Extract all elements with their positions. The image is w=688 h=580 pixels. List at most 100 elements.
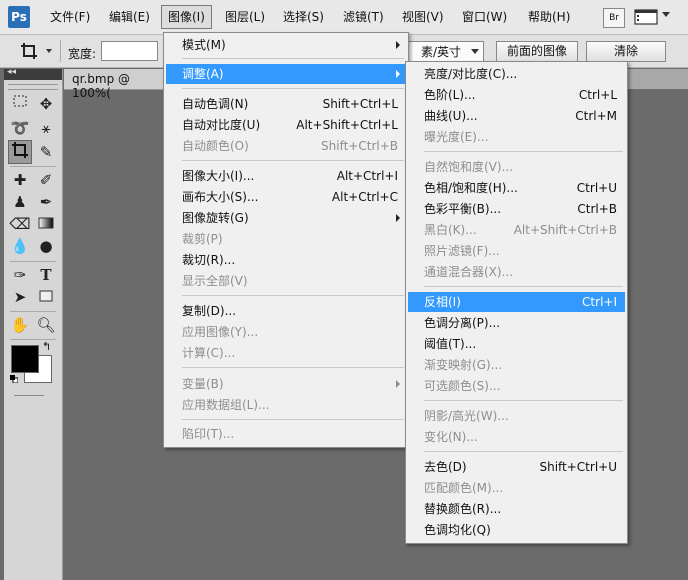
eyedropper-icon[interactable]: ✎ xyxy=(35,141,57,163)
menu-item-image-size[interactable]: 图像大小(I)... Alt+Ctrl+I xyxy=(166,166,406,186)
clone-stamp-icon[interactable]: ♟ xyxy=(9,191,31,213)
divider xyxy=(182,88,404,89)
pen-tool-icon[interactable]: ✑ xyxy=(9,264,31,286)
lasso-tool-icon[interactable]: ➰ xyxy=(9,117,31,139)
menu-item-auto-color[interactable]: 自动颜色(O) Shift+Ctrl+B xyxy=(166,136,406,156)
menu-item-apply-data-set[interactable]: 应用数据组(L)... xyxy=(166,395,406,415)
menu-item-duplicate[interactable]: 复制(D)... xyxy=(166,301,406,321)
menu-item-canvas-size[interactable]: 画布大小(S)... Alt+Ctrl+C xyxy=(166,187,406,207)
menu-edit[interactable]: 编辑(E) xyxy=(103,6,156,28)
screen-mode-icon[interactable] xyxy=(634,9,658,25)
menu-item-reveal-all[interactable]: 显示全部(V) xyxy=(166,271,406,291)
blur-tool-icon[interactable]: 💧 xyxy=(9,235,31,257)
swap-colors-icon[interactable]: ↰ xyxy=(42,340,51,353)
dodge-tool-icon[interactable]: ● xyxy=(35,235,57,257)
menu-item-invert[interactable]: 反相(I) Ctrl+I xyxy=(408,292,625,312)
hand-tool-icon[interactable]: ✋ xyxy=(9,314,31,336)
menu-item-variables[interactable]: 变量(B) xyxy=(166,374,406,394)
healing-brush-icon[interactable]: ✚ xyxy=(9,169,31,191)
resolution-unit-select[interactable]: 素/英寸 xyxy=(404,41,484,63)
crop-tool-icon[interactable] xyxy=(8,140,32,164)
path-selection-icon[interactable]: ➤ xyxy=(9,286,31,308)
menu-item-replace-color[interactable]: 替换颜色(R)... xyxy=(408,499,625,519)
width-field[interactable] xyxy=(101,41,158,61)
toolbox: ◂◂ ✥ ➰ ⚹ ✎ ✚ ✐ ♟ ✒ ⌫ 💧 ● ✑ T ➤ ✋ 🔍︎ ↰ xyxy=(4,67,63,580)
menu-view[interactable]: 视图(V) xyxy=(396,6,450,28)
magic-wand-icon[interactable]: ⚹ xyxy=(35,117,57,139)
photoshop-logo: Ps xyxy=(8,6,30,28)
menu-image[interactable]: 图像(I) xyxy=(161,5,212,29)
menu-item-hue-saturation[interactable]: 色相/饱和度(H)... Ctrl+U xyxy=(408,178,625,198)
menu-item-channel-mixer[interactable]: 通道混合器(X)... xyxy=(408,262,625,282)
document-tab[interactable]: qr.bmp @ 100%( xyxy=(64,69,164,100)
menu-item-adjustments[interactable]: 调整(A) xyxy=(166,64,406,84)
menu-select[interactable]: 选择(S) xyxy=(277,6,330,28)
divider xyxy=(424,451,623,452)
collapse-icon[interactable]: ◂◂ xyxy=(7,67,16,77)
menu-item-gradient-map[interactable]: 渐变映射(G)... xyxy=(408,355,625,375)
eraser-icon[interactable]: ⌫ xyxy=(9,213,31,235)
adjustments-submenu: 亮度/对比度(C)... 色阶(L)... Ctrl+L 曲线(U)... Ctrl… xyxy=(405,61,628,544)
menu-item-exposure[interactable]: 曝光度(E)... xyxy=(408,127,625,147)
shape-tool-icon[interactable] xyxy=(35,286,57,308)
menu-item-shadows-highlights[interactable]: 阴影/高光(W)... xyxy=(408,406,625,426)
menu-item-color-balance[interactable]: 色彩平衡(B)... Ctrl+B xyxy=(408,199,625,219)
submenu-arrow-icon xyxy=(396,70,400,78)
menu-item-photo-filter[interactable]: 照片滤镜(F)... xyxy=(408,241,625,261)
menu-filter[interactable]: 滤镜(T) xyxy=(337,6,390,28)
menu-item-trap[interactable]: 陷印(T)... xyxy=(166,424,406,444)
foreground-color-swatch[interactable] xyxy=(11,345,39,373)
brush-icon[interactable]: ✐ xyxy=(35,169,57,191)
chevron-down-icon[interactable] xyxy=(662,12,670,17)
menu-file[interactable]: 文件(F) xyxy=(44,6,96,28)
menu-item-calculations[interactable]: 计算(C)... xyxy=(166,343,406,363)
width-label: 宽度: xyxy=(68,47,97,61)
menu-help[interactable]: 帮助(H) xyxy=(522,6,576,28)
menu-window[interactable]: 窗口(W) xyxy=(456,6,513,28)
menu-item-desaturate[interactable]: 去色(D) Shift+Ctrl+U xyxy=(408,457,625,477)
menu-item-threshold[interactable]: 阈值(T)... xyxy=(408,334,625,354)
menu-item-image-rotation[interactable]: 图像旋转(G) xyxy=(166,208,406,228)
front-image-button[interactable]: 前面的图像 xyxy=(496,41,578,62)
divider xyxy=(182,160,404,161)
zoom-tool-icon[interactable]: 🔍︎ xyxy=(35,314,57,336)
menu-item-variations[interactable]: 变化(N)... xyxy=(408,427,625,447)
divider xyxy=(182,419,404,420)
type-tool-icon[interactable]: T xyxy=(35,264,57,286)
menu-item-trim[interactable]: 裁切(R)... xyxy=(166,250,406,270)
menu-item-black-white[interactable]: 黑白(K)... Alt+Shift+Ctrl+B xyxy=(408,220,625,240)
menu-item-equalize[interactable]: 色调均化(Q) xyxy=(408,520,625,540)
divider xyxy=(424,151,623,152)
menu-item-brightness-contrast[interactable]: 亮度/对比度(C)... xyxy=(408,64,625,84)
crop-icon[interactable] xyxy=(20,42,38,64)
bridge-button[interactable]: Br xyxy=(603,8,625,28)
toolbox-grip[interactable] xyxy=(8,84,58,90)
menu-item-apply-image[interactable]: 应用图像(Y)... xyxy=(166,322,406,342)
menu-item-auto-tone[interactable]: 自动色调(N) Shift+Ctrl+L xyxy=(166,94,406,114)
menu-item-crop[interactable]: 裁剪(P) xyxy=(166,229,406,249)
default-colors-icon[interactable] xyxy=(10,375,18,383)
gradient-icon[interactable] xyxy=(35,213,57,235)
history-brush-icon[interactable]: ✒ xyxy=(35,191,57,213)
submenu-arrow-icon xyxy=(396,214,400,222)
menu-item-selective-color[interactable]: 可选颜色(S)... xyxy=(408,376,625,396)
menu-item-posterize[interactable]: 色调分离(P)... xyxy=(408,313,625,333)
menu-item-curves[interactable]: 曲线(U)... Ctrl+M xyxy=(408,106,625,126)
menu-item-auto-contrast[interactable]: 自动对比度(U) Alt+Shift+Ctrl+L xyxy=(166,115,406,135)
toolbox-header[interactable]: ◂◂ xyxy=(4,67,62,80)
menu-item-vibrance[interactable]: 自然饱和度(V)... xyxy=(408,157,625,177)
menu-item-mode[interactable]: 模式(M) xyxy=(166,35,406,55)
menu-item-levels[interactable]: 色阶(L)... Ctrl+L xyxy=(408,85,625,105)
clear-button[interactable]: 清除 xyxy=(586,41,666,62)
menu-item-match-color[interactable]: 匹配颜色(M)... xyxy=(408,478,625,498)
divider xyxy=(60,40,61,62)
submenu-arrow-icon xyxy=(396,41,400,49)
divider xyxy=(10,261,56,262)
move-tool-icon[interactable]: ✥ xyxy=(35,93,57,115)
chevron-down-icon[interactable] xyxy=(46,49,52,53)
divider xyxy=(182,58,404,59)
image-menu: 模式(M) 调整(A) 自动色调(N) Shift+Ctrl+L 自动对比度(U)… xyxy=(163,32,409,448)
marquee-tool-icon[interactable] xyxy=(9,93,31,115)
divider xyxy=(10,311,56,312)
menu-layer[interactable]: 图层(L) xyxy=(219,6,271,28)
